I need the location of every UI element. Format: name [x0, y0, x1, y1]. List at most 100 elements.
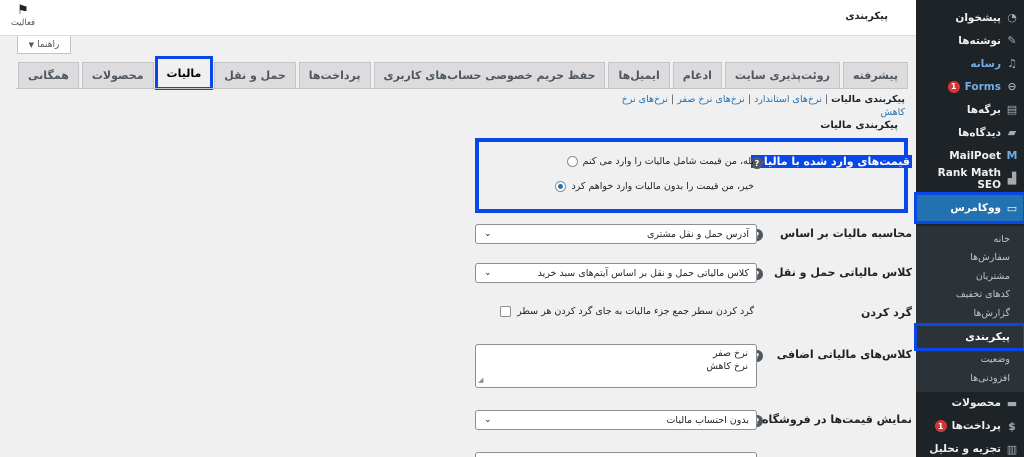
notification-badge: 1 [947, 80, 960, 93]
activity-button[interactable]: ⚑ فعالیت [8, 3, 38, 29]
sidebar-item-analytics[interactable]: ▥ تجزیه و تحلیل [916, 438, 1024, 457]
sidebar-item-woocommerce[interactable]: ▭ ووکامرس [914, 192, 1024, 224]
activity-label: فعالیت [10, 18, 36, 28]
analytics-icon: ▥ [1006, 442, 1018, 456]
sidebar-item-label: رسانه [970, 57, 1001, 70]
additional-tax-classes-label: کلاس‌های مالیاتی اضافی [776, 348, 912, 361]
top-header: ⚑ فعالیت پیکربندی [0, 0, 916, 36]
radio-yes-row[interactable]: بله، من قیمت شامل مالیات را وارد می کنم [566, 156, 754, 167]
subnav-current: پیکربندی مالیات [831, 94, 905, 105]
prices-entered-label: قیمت‌های وارد شده با مالیات [750, 155, 912, 168]
shipping-tax-class-select[interactable]: کلاس مالیاتی حمل و نقل بر اساس آیتم‌های … [475, 263, 757, 283]
tax-based-on-value: آدرس حمل و نقل مشتری [646, 228, 749, 240]
woocommerce-submenu: خانه سفارش‌ها مشتریان کدهای تخفیف گزارش‌… [914, 226, 1024, 392]
admin-sidebar: ◔ پیشخوان ✎ نوشته‌ها ♫ رسانه ⊖ Forms 1 ▤… [914, 0, 1024, 457]
sidebar-item-label: ووکامرس [950, 202, 1001, 214]
sidebar-item-label: برگه‌ها [966, 103, 1001, 116]
help-tab-button[interactable]: راهنما ▼ [17, 36, 71, 54]
rounding-checkbox[interactable] [500, 306, 512, 317]
media-icon: ♫ [1007, 57, 1017, 70]
help-label: راهنما [37, 39, 60, 50]
resize-handle-icon[interactable]: ◢ [478, 374, 483, 387]
tax-based-on-select[interactable]: آدرس حمل و نقل مشتری ⌄ [475, 224, 757, 244]
sidebar-item-label: محصولات [951, 397, 1001, 409]
radio-no-label: خیر، من قیمت را بدون مالیات وارد خواهم ک… [571, 181, 754, 192]
shipping-tax-class-value: کلاس مالیاتی حمل و نقل بر اساس آیتم‌های … [537, 267, 749, 279]
sidebar-item-label: Rank Math SEO [937, 166, 1001, 191]
forms-icon: ⊖ [1007, 80, 1017, 93]
rank-math-icon: ▟ [1007, 172, 1017, 185]
radio-no-row[interactable]: خیر، من قیمت را بدون مالیات وارد خواهم ک… [555, 181, 754, 192]
sidebar-item-label: پیشخوان [955, 11, 1001, 24]
sidebar-item-label: MailPoet [949, 149, 1001, 162]
additional-tax-classes-textarea[interactable]: نرخ صفر نرخ کاهش ◢ [475, 344, 757, 388]
chevron-down-icon: ⌄ [484, 229, 492, 239]
tab-emails[interactable]: ایمیل‌ها [608, 62, 670, 88]
submenu-settings[interactable]: پیکربندی [914, 322, 1024, 351]
dashboard-icon: ◔ [1007, 11, 1017, 24]
submenu-home[interactable]: خانه [916, 230, 1024, 249]
rounding-label: گرد کردن [861, 306, 912, 319]
sidebar-item-payments[interactable]: $ پرداخت‌ها 1 [916, 415, 1024, 438]
payments-icon: $ [1008, 419, 1016, 433]
tab-payments[interactable]: پرداخت‌ها [298, 62, 371, 88]
submenu-status[interactable]: وضعیت [916, 351, 1024, 370]
submenu-reports[interactable]: گزارش‌ها [916, 304, 1024, 323]
submenu-customers[interactable]: مشتریان [916, 267, 1024, 286]
submenu-coupons[interactable]: کدهای تخفیف [916, 286, 1024, 305]
sidebar-item-label: تجزیه و تحلیل [929, 443, 1001, 455]
next-select-partial[interactable] [475, 452, 757, 457]
tax-subnav: پیکربندی مالیات | نرخ‌های استاندارد | نر… [621, 94, 905, 118]
sidebar-item-label: Forms [964, 80, 1001, 93]
pages-icon: ▤ [1006, 103, 1018, 116]
sidebar-item-products[interactable]: ▬ محصولات [916, 392, 1024, 415]
tab-products[interactable]: محصولات [81, 62, 154, 88]
rounding-checkbox-label: گرد کردن سطر جمع جزء مالیات به جای گرد ک… [517, 306, 754, 317]
tab-integration[interactable]: ادغام [672, 62, 722, 88]
sidebar-item-forms[interactable]: ⊖ Forms 1 [916, 75, 1024, 98]
tabs-divider [16, 88, 908, 89]
tax-based-on-label: محاسبه مالیات بر اساس [780, 227, 912, 240]
tab-shipping[interactable]: حمل و نقل [214, 62, 296, 88]
woocommerce-icon: ▭ [1006, 201, 1018, 215]
products-icon: ▬ [1006, 396, 1018, 410]
flag-icon: ⚑ [17, 3, 29, 18]
sidebar-item-rank-math[interactable]: ▟ Rank Math SEO [916, 166, 1024, 191]
comments-icon: ▰ [1007, 126, 1017, 139]
tab-advanced[interactable]: پیشرفته [842, 62, 908, 88]
tax-class-line: نرخ کاهش [706, 360, 748, 372]
display-prices-shop-select[interactable]: بدون احتساب مالیات ⌄ [475, 410, 757, 430]
tab-general[interactable]: همگانی [18, 62, 79, 88]
caret-down-icon: ▼ [28, 40, 35, 49]
tab-tax[interactable]: مالیات [154, 56, 214, 90]
tab-site-visibility[interactable]: روئت‌پذیری سایت [724, 62, 840, 88]
chevron-down-icon: ⌄ [484, 415, 492, 425]
submenu-orders[interactable]: سفارش‌ها [916, 249, 1024, 268]
sidebar-item-label: دیدگاه‌ها [958, 126, 1001, 139]
tab-accounts-privacy[interactable]: حفظ حریم خصوصی حساب‌های کاربری [373, 62, 606, 88]
sidebar-item-media[interactable]: ♫ رسانه [916, 52, 1024, 75]
highlight-box [475, 138, 908, 213]
sidebar-item-label: نوشته‌ها [958, 34, 1001, 47]
sidebar-item-comments[interactable]: ▰ دیدگاه‌ها [916, 121, 1024, 144]
display-prices-shop-label: نمایش قیمت‌ها در فروشگاه [762, 413, 912, 426]
sidebar-item-dashboard[interactable]: ◔ پیشخوان [916, 6, 1024, 29]
radio-no[interactable] [555, 181, 567, 192]
submenu-extensions[interactable]: افزودنی‌ها [916, 369, 1024, 388]
settings-tabs: همگانی محصولات مالیات حمل و نقل پرداخت‌ه… [18, 56, 908, 90]
subnav-standard-rates[interactable]: نرخ‌های استاندارد [754, 94, 822, 105]
notification-badge: 1 [934, 420, 947, 432]
tax-class-line: نرخ صفر [712, 348, 748, 359]
chevron-down-icon: ⌄ [484, 268, 492, 278]
subnav-zero-rates[interactable]: نرخ‌های نرخ صفر [677, 94, 745, 105]
mailpoet-icon: M [1006, 149, 1018, 162]
radio-yes[interactable] [566, 156, 578, 167]
sidebar-item-mailpoet[interactable]: M MailPoet [916, 144, 1024, 167]
rounding-row[interactable]: گرد کردن سطر جمع جزء مالیات به جای گرد ک… [500, 306, 754, 317]
radio-yes-label: بله، من قیمت شامل مالیات را وارد می کنم [582, 156, 754, 167]
sidebar-item-posts[interactable]: ✎ نوشته‌ها [916, 29, 1024, 52]
display-prices-shop-value: بدون احتساب مالیات [666, 414, 749, 426]
sidebar-item-pages[interactable]: ▤ برگه‌ها [916, 98, 1024, 121]
section-title: پیکربندی مالیات [820, 120, 898, 131]
shipping-tax-class-label: کلاس مالیاتی حمل و نقل [773, 266, 912, 279]
